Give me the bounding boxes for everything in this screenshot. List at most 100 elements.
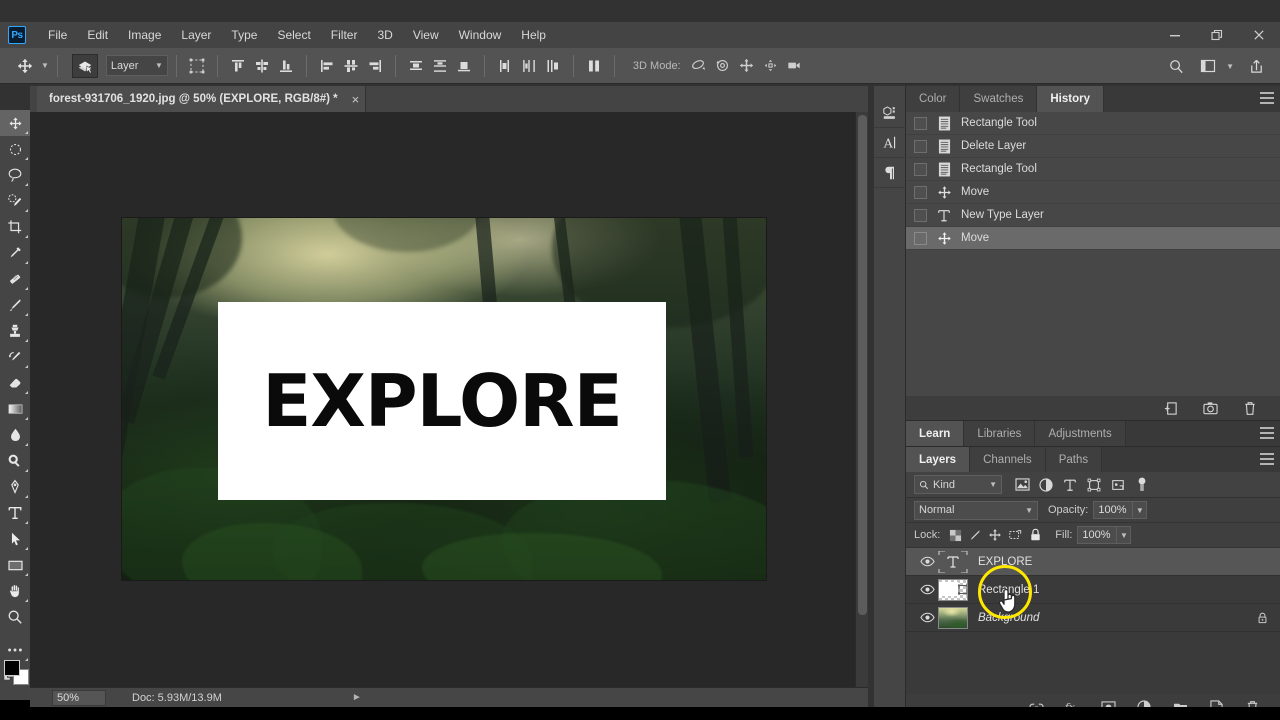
layer-visibility-icon[interactable] xyxy=(916,612,938,623)
workspace-chevron-icon[interactable]: ▼ xyxy=(1226,62,1234,71)
paragraph-panel-icon[interactable] xyxy=(874,158,906,188)
layer-name-explore[interactable]: EXPLORE xyxy=(978,556,1032,568)
explore-type-layer[interactable]: EXPLORE xyxy=(218,365,666,437)
tool-quick-selection[interactable] xyxy=(0,188,30,214)
lock-artboard-nesting-icon[interactable] xyxy=(1005,525,1025,545)
history-state-row[interactable]: New Type Layer xyxy=(906,204,1280,227)
history-snapshot-checkbox[interactable] xyxy=(914,162,927,176)
tab-paths[interactable]: Paths xyxy=(1045,447,1103,472)
history-state-row-selected[interactable]: Move xyxy=(906,227,1280,250)
tool-marquee[interactable] xyxy=(0,136,30,162)
zoom-level-field[interactable]: 50% xyxy=(52,689,106,706)
tool-pen[interactable] xyxy=(0,474,30,500)
opacity-field[interactable]: 100% xyxy=(1093,501,1134,519)
distribute-vertical-centers-icon[interactable] xyxy=(428,54,452,78)
menu-file[interactable]: File xyxy=(38,24,77,46)
tool-crop[interactable] xyxy=(0,214,30,240)
tab-layers[interactable]: Layers xyxy=(906,447,971,472)
menu-3d[interactable]: 3D xyxy=(367,24,402,46)
distribute-bottom-edges-icon[interactable] xyxy=(452,54,476,78)
minimize-button[interactable] xyxy=(1154,22,1196,48)
align-vertical-centers-icon[interactable] xyxy=(250,54,274,78)
layer-visibility-icon[interactable] xyxy=(916,584,938,595)
history-snapshot-checkbox[interactable] xyxy=(914,231,927,245)
align-left-edges-icon[interactable] xyxy=(315,54,339,78)
new-document-from-state-icon[interactable] xyxy=(1162,400,1178,416)
foreground-color-swatch[interactable] xyxy=(4,660,20,676)
tab-color[interactable]: Color xyxy=(906,86,961,112)
history-snapshot-checkbox[interactable] xyxy=(914,185,927,199)
distribute-right-edges-icon[interactable] xyxy=(541,54,565,78)
close-icon[interactable]: × xyxy=(352,92,360,107)
workspace-icon[interactable] xyxy=(1196,54,1220,78)
tool-eraser[interactable] xyxy=(0,370,30,396)
filter-smart-object-icon[interactable] xyxy=(1106,474,1130,496)
filter-type-icon[interactable] xyxy=(1058,474,1082,496)
history-state-row[interactable]: Delete Layer xyxy=(906,135,1280,158)
character-panel-icon[interactable]: A xyxy=(874,128,906,158)
learn-panel-menu-icon[interactable] xyxy=(1260,427,1274,439)
history-snapshot-checkbox[interactable] xyxy=(914,116,927,130)
tab-learn[interactable]: Learn xyxy=(906,421,965,446)
fill-chevron-icon[interactable]: ▼ xyxy=(1117,526,1132,544)
tool-type[interactable] xyxy=(0,500,30,526)
tab-channels[interactable]: Channels xyxy=(970,447,1046,472)
status-chevron-icon[interactable]: ► xyxy=(352,692,362,703)
menu-view[interactable]: View xyxy=(403,24,449,46)
layer-thumbnail-type[interactable] xyxy=(938,550,968,573)
tab-history[interactable]: History xyxy=(1037,86,1104,112)
document-canvas[interactable]: EXPLORE xyxy=(122,218,766,580)
tab-adjustments[interactable]: Adjustments xyxy=(1035,421,1126,446)
history-snapshot-checkbox[interactable] xyxy=(914,139,927,153)
tool-eyedropper[interactable] xyxy=(0,240,30,266)
tool-clone-stamp[interactable] xyxy=(0,318,30,344)
align-right-edges-icon[interactable] xyxy=(363,54,387,78)
lock-position-icon[interactable] xyxy=(985,525,1005,545)
filter-adjustment-icon[interactable] xyxy=(1034,474,1058,496)
align-horizontal-centers-icon[interactable] xyxy=(339,54,363,78)
3d-slide-icon[interactable] xyxy=(759,54,783,78)
history-states-list[interactable]: Rectangle Tool Delete Layer Rectangle To… xyxy=(906,112,1280,420)
close-button[interactable] xyxy=(1238,22,1280,48)
layer-row-rectangle-1[interactable]: Rectangle 1 xyxy=(906,576,1280,604)
layer-row-background[interactable]: Background xyxy=(906,604,1280,632)
history-state-row[interactable]: Rectangle Tool xyxy=(906,112,1280,135)
menu-select[interactable]: Select xyxy=(267,24,320,46)
move-tool-icon[interactable] xyxy=(12,54,38,78)
tool-rectangle[interactable] xyxy=(0,552,30,578)
menu-filter[interactable]: Filter xyxy=(321,24,368,46)
align-bottom-edges-icon[interactable] xyxy=(274,54,298,78)
3d-pan-icon[interactable] xyxy=(735,54,759,78)
tool-zoom[interactable] xyxy=(0,604,30,630)
menu-type[interactable]: Type xyxy=(221,24,267,46)
layer-filter-kind-dropdown[interactable]: Kind ▼ xyxy=(914,475,1002,494)
distribute-spacing-icon[interactable] xyxy=(582,54,606,78)
menu-window[interactable]: Window xyxy=(449,24,512,46)
lock-all-icon[interactable] xyxy=(1025,525,1045,545)
tool-preset-chevron-icon[interactable]: ▼ xyxy=(41,61,49,70)
3d-roll-icon[interactable] xyxy=(711,54,735,78)
blend-mode-dropdown[interactable]: Normal ▼ xyxy=(914,500,1038,520)
tool-dodge[interactable] xyxy=(0,448,30,474)
canvas-area[interactable]: EXPLORE xyxy=(30,112,868,687)
auto-select-toggle[interactable] xyxy=(71,53,98,78)
history-panel-menu-icon[interactable] xyxy=(1260,92,1274,104)
auto-select-kind-dropdown[interactable]: Layer ▼ xyxy=(105,55,168,76)
tool-move[interactable] xyxy=(0,110,30,136)
history-state-row[interactable]: Move xyxy=(906,181,1280,204)
tool-blur[interactable] xyxy=(0,422,30,448)
tab-libraries[interactable]: Libraries xyxy=(964,421,1036,446)
restore-button[interactable] xyxy=(1196,22,1238,48)
layer-visibility-icon[interactable] xyxy=(916,556,938,567)
create-snapshot-icon[interactable] xyxy=(1202,400,1218,416)
tab-swatches[interactable]: Swatches xyxy=(960,86,1038,112)
menu-layer[interactable]: Layer xyxy=(171,24,221,46)
3d-camera-icon[interactable] xyxy=(783,54,807,78)
opacity-chevron-icon[interactable]: ▼ xyxy=(1133,501,1148,519)
layer-thumbnail-background[interactable] xyxy=(938,606,968,629)
3d-orbit-icon[interactable] xyxy=(687,54,711,78)
tool-hand[interactable] xyxy=(0,578,30,604)
lock-image-pixels-icon[interactable] xyxy=(965,525,985,545)
menu-help[interactable]: Help xyxy=(511,24,556,46)
tool-path-selection[interactable] xyxy=(0,526,30,552)
